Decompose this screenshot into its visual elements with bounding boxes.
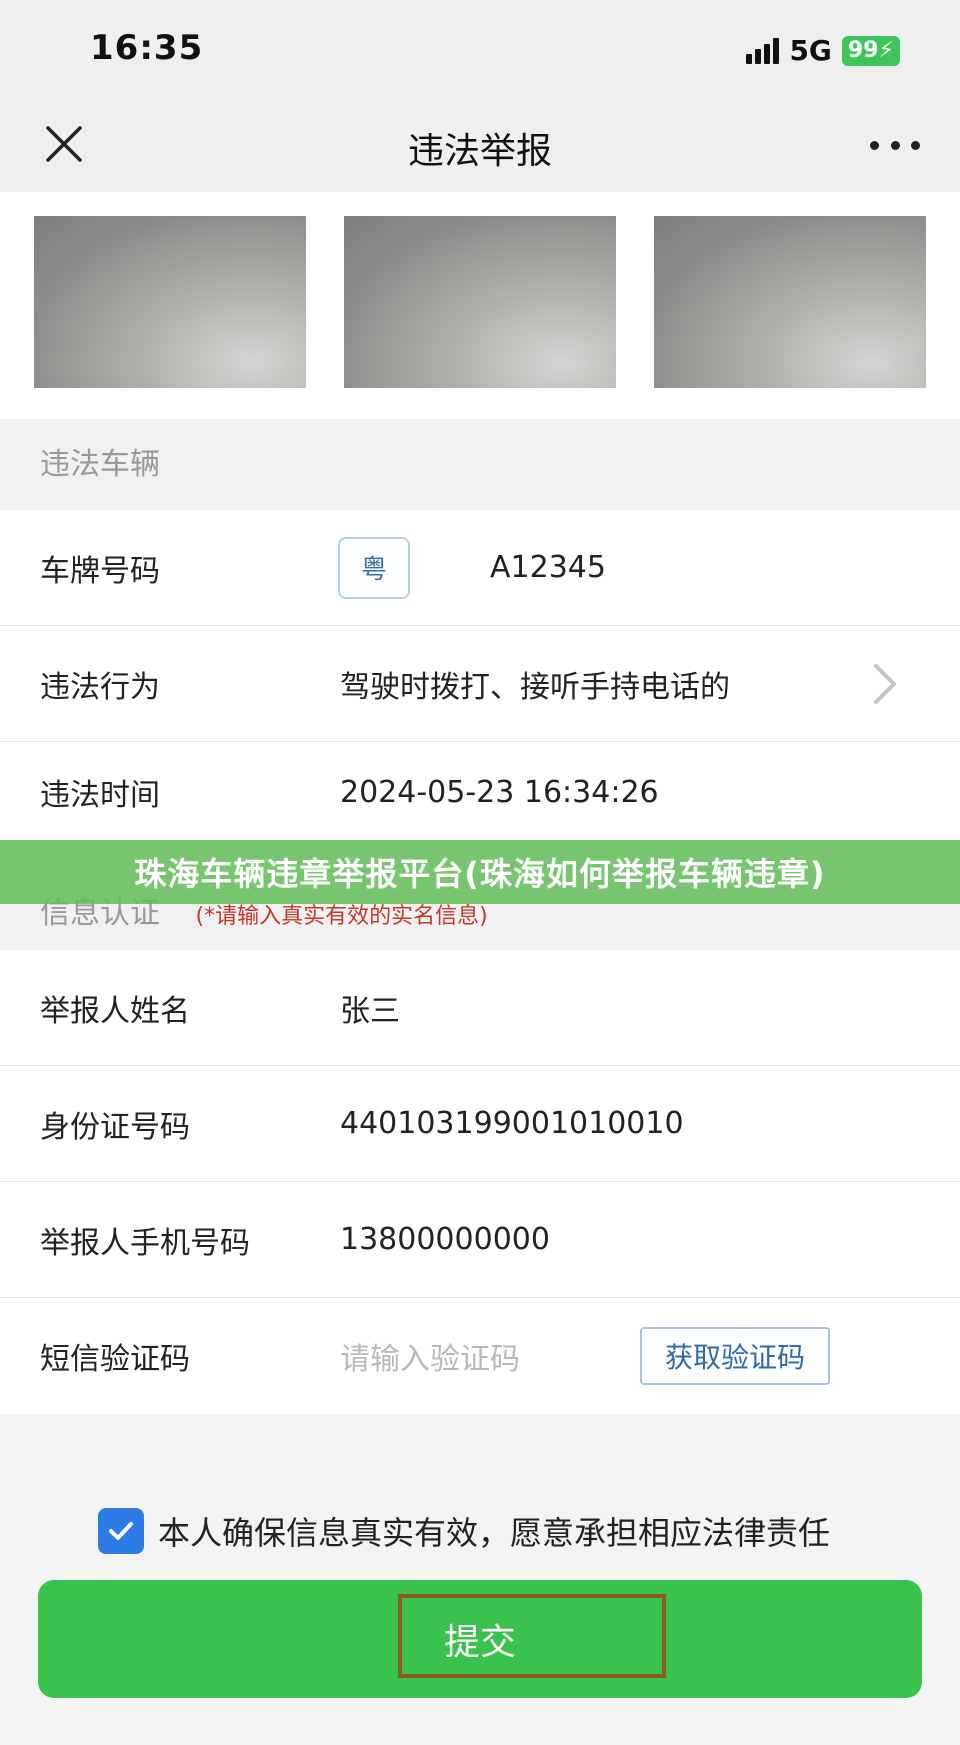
overlay-banner: 珠海车辆违章举报平台(珠海如何举报车辆违章): [0, 840, 960, 904]
evidence-photo[interactable]: [34, 216, 306, 388]
time-value: 2024-05-23 16:34:26: [340, 774, 659, 810]
plate-row: 车牌号码 粤 A12345: [0, 510, 960, 626]
status-bar: 16:35 5G 99⚡: [0, 0, 960, 100]
submit-button[interactable]: 提交: [38, 1580, 922, 1698]
agreement[interactable]: 本人确保信息真实有效，愿意承担相应法律责任: [98, 1508, 830, 1554]
behavior-label: 违法行为: [40, 669, 160, 705]
agreement-text: 本人确保信息真实有效，愿意承担相应法律责任: [158, 1514, 831, 1552]
nav-bar: 违法举报: [0, 100, 960, 192]
sms-row: 短信验证码 请输入验证码 获取验证码: [0, 1298, 960, 1414]
check-icon: [109, 1522, 133, 1540]
time-row[interactable]: 违法时间 2024-05-23 16:34:26: [0, 742, 960, 842]
network-type: 5G: [789, 34, 832, 67]
evidence-photo[interactable]: [654, 216, 926, 388]
phone-row: 举报人手机号码 13800000000: [0, 1182, 960, 1298]
behavior-value: 驾驶时拨打、接听手持电话的: [340, 669, 730, 705]
phone-field[interactable]: 13800000000: [340, 1222, 550, 1257]
name-field[interactable]: 张三: [340, 986, 400, 1030]
id-row: 身份证号码 440103199001010010: [0, 1066, 960, 1182]
get-code-button[interactable]: 获取验证码: [640, 1327, 830, 1385]
evidence-photo[interactable]: [344, 216, 616, 388]
agreement-checkbox[interactable]: [98, 1508, 144, 1554]
section-header-vehicle: 违法车辆: [0, 419, 960, 510]
status-indicators: 5G 99⚡: [746, 34, 900, 67]
submit-highlight-box: [398, 1594, 666, 1678]
signal-icon: [746, 37, 780, 64]
time-label: 违法时间: [40, 778, 160, 813]
sms-code-input[interactable]: 请输入验证码: [340, 1334, 520, 1378]
battery-level: 99: [847, 37, 879, 63]
name-row: 举报人姓名 张三: [0, 950, 960, 1066]
section-note: (*请输入真实有效的实名信息): [195, 904, 488, 929]
plate-prefix-select[interactable]: 粤: [338, 536, 410, 599]
page-title: 违法举报: [407, 131, 552, 172]
id-label: 身份证号码: [40, 1109, 190, 1145]
evidence-photos: [0, 192, 960, 419]
sms-label: 短信验证码: [40, 1342, 190, 1377]
plate-label: 车牌号码: [40, 553, 160, 589]
more-icon[interactable]: [870, 130, 920, 160]
name-label: 举报人姓名: [40, 993, 190, 1029]
submit-label: 提交: [443, 1622, 516, 1663]
battery-icon: 99⚡: [841, 35, 900, 66]
overlay-banner-text: 珠海车辆违章举报平台(珠海如何举报车辆违章): [134, 855, 826, 893]
id-number-field[interactable]: 440103199001010010: [340, 1106, 684, 1141]
phone-label: 举报人手机号码: [40, 1225, 250, 1261]
section-title: 违法车辆: [40, 447, 160, 482]
plate-number-field[interactable]: A12345: [490, 550, 606, 585]
status-time: 16:35: [90, 28, 204, 68]
behavior-row[interactable]: 违法行为 驾驶时拨打、接听手持电话的: [0, 626, 960, 742]
chevron-right-icon: [874, 663, 896, 704]
